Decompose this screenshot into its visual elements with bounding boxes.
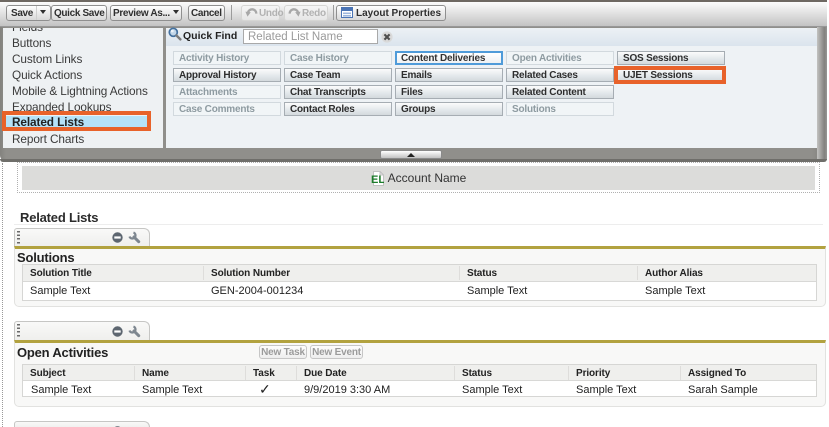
svg-text:EL: EL (371, 174, 384, 186)
